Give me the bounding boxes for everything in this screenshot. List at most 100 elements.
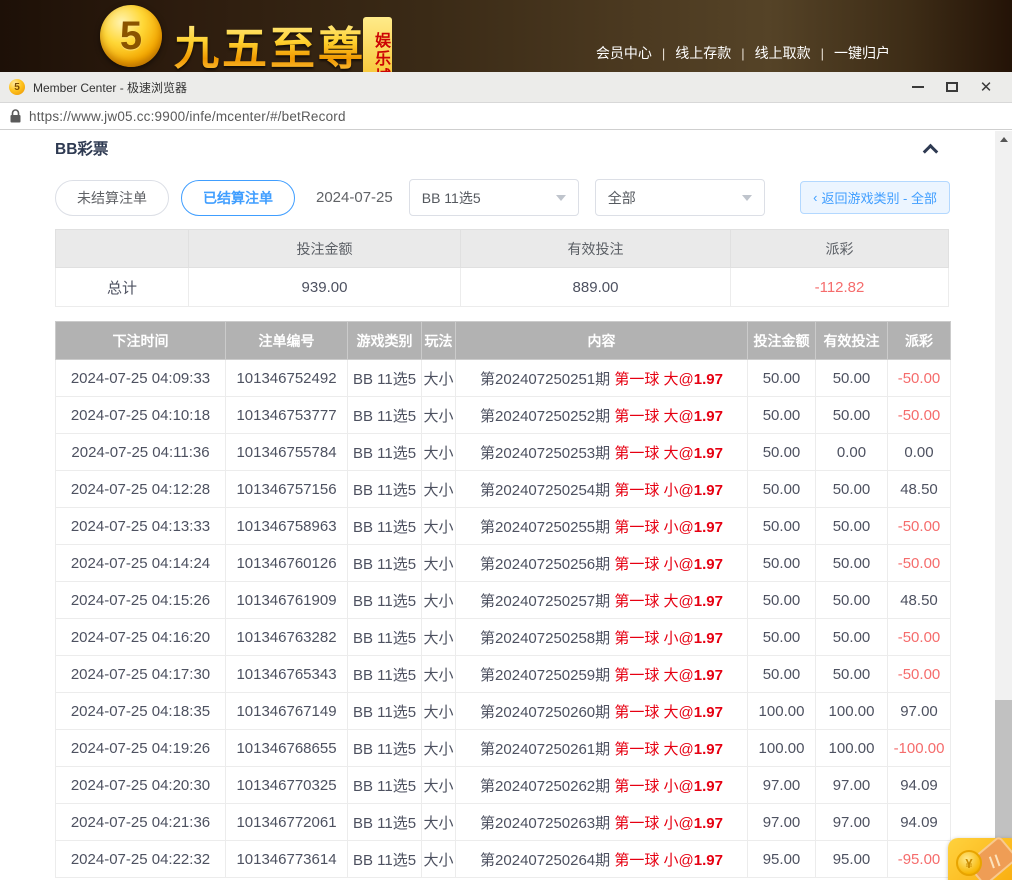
coin-icon: ¥ (956, 850, 982, 876)
content-cell: 第202407250261期 第一球 大@1.97 (456, 730, 748, 767)
bet-time-cell: 2024-07-25 04:20:30 (56, 767, 226, 804)
bet-time-cell: 2024-07-25 04:11:36 (56, 434, 226, 471)
collapse-chevron-up-icon[interactable] (923, 143, 939, 159)
table-row: 2024-07-25 04:18:35101346767149BB 11选5大小… (56, 693, 951, 730)
scope-select[interactable]: 全部 (595, 179, 765, 216)
content-cell: 第202407250260期 第一球 大@1.97 (456, 693, 748, 730)
summary-header-cell: 派彩 (731, 230, 949, 268)
game-type-cell: BB 11选5 (348, 656, 422, 693)
bet-time-cell: 2024-07-25 04:09:33 (56, 360, 226, 397)
nav-link-1[interactable]: 会员中心 (596, 43, 652, 63)
payout-cell: -50.00 (888, 397, 951, 434)
chevron-down-icon (742, 195, 752, 201)
browser-titlebar: 5 Member Center - 极速浏览器 ✕ (0, 72, 1012, 103)
bet-time-cell: 2024-07-25 04:19:26 (56, 730, 226, 767)
pick-text: 第一球 小@1.97 (614, 778, 723, 795)
payout-cell: 48.50 (888, 471, 951, 508)
game-select[interactable]: BB 11选5 (409, 179, 579, 216)
payout-cell: -50.00 (888, 360, 951, 397)
valid-bet-cell: 50.00 (816, 656, 888, 693)
window-title: Member Center - 极速浏览器 (33, 79, 187, 96)
content-cell: 第202407250256期 第一球 小@1.97 (456, 545, 748, 582)
nav-link-4[interactable]: 一键归户 (834, 43, 890, 63)
table-row: 2024-07-25 04:12:28101346757156BB 11选5大小… (56, 471, 951, 508)
bet-amount-cell: 50.00 (748, 619, 816, 656)
pick-text: 第一球 大@1.97 (614, 704, 723, 721)
summary-bet-amount: 939.00 (189, 268, 461, 307)
content-cell: 第202407250264期 第一球 小@1.97 (456, 841, 748, 878)
payout-cell: -50.00 (888, 656, 951, 693)
play-type-cell: 大小 (422, 804, 456, 841)
pick-text: 第一球 小@1.97 (614, 852, 723, 869)
maximize-button[interactable] (935, 73, 969, 102)
content-cell: 第202407250259期 第一球 大@1.97 (456, 656, 748, 693)
play-type-cell: 大小 (422, 693, 456, 730)
bet-time-cell: 2024-07-25 04:18:35 (56, 693, 226, 730)
valid-bet-cell: 50.00 (816, 545, 888, 582)
table-row: 2024-07-25 04:09:33101346752492BB 11选5大小… (56, 360, 951, 397)
summary-payout: -112.82 (731, 268, 949, 307)
game-type-cell: BB 11选5 (348, 471, 422, 508)
summary-table: 投注金额有效投注派彩 总计 939.00 889.00 -112.82 (55, 229, 949, 307)
site-header: 5 九五至尊 娱乐城 会员中心|线上存款|线上取款|一键归户 (0, 0, 1012, 72)
game-type-cell: BB 11选5 (348, 730, 422, 767)
browser-favicon-icon: 5 (9, 79, 25, 95)
bet-amount-cell: 97.00 (748, 804, 816, 841)
bet-header-cell: 投注金额 (748, 322, 816, 360)
payout-cell: -50.00 (888, 619, 951, 656)
floating-promo-button[interactable]: ¥ (948, 838, 1012, 880)
bet-header-cell: 注单编号 (226, 322, 348, 360)
game-type-cell: BB 11选5 (348, 582, 422, 619)
play-type-cell: 大小 (422, 434, 456, 471)
bet-amount-cell: 100.00 (748, 730, 816, 767)
summary-valid-bet: 889.00 (461, 268, 731, 307)
scroll-up-arrow[interactable] (995, 131, 1012, 147)
tab-settled-bets[interactable]: 已结算注单 (181, 180, 295, 216)
order-id-cell: 101346752492 (226, 360, 348, 397)
valid-bet-cell: 50.00 (816, 471, 888, 508)
order-id-cell: 101346758963 (226, 508, 348, 545)
summary-total-row: 总计 939.00 889.00 -112.82 (56, 268, 949, 307)
pick-text: 第一球 小@1.97 (614, 482, 723, 499)
bet-header-cell: 游戏类别 (348, 322, 422, 360)
minimize-icon (912, 86, 924, 88)
order-id-cell: 101346755784 (226, 434, 348, 471)
page-content: BB彩票 未结算注单 已结算注单 2024-07-25 BB 11选5 全部 ‹… (0, 131, 1012, 880)
minimize-button[interactable] (901, 73, 935, 102)
nav-link-2[interactable]: 线上存款 (675, 43, 731, 63)
order-id-cell: 101346761909 (226, 582, 348, 619)
game-type-cell: BB 11选5 (348, 841, 422, 878)
pick-text: 第一球 大@1.97 (614, 371, 723, 388)
back-to-game-category-button[interactable]: ‹ 返回游戏类别 - 全部 (800, 181, 950, 214)
nav-separator: | (821, 46, 824, 61)
top-nav: 会员中心|线上存款|线上取款|一键归户 (596, 43, 890, 63)
payout-cell: 0.00 (888, 434, 951, 471)
table-row: 2024-07-25 04:11:36101346755784BB 11选5大小… (56, 434, 951, 471)
tab-unsettled-bets[interactable]: 未结算注单 (55, 180, 169, 216)
payout-cell: 94.09 (888, 767, 951, 804)
close-button[interactable]: ✕ (969, 73, 1003, 102)
nav-link-3[interactable]: 线上取款 (755, 43, 811, 63)
content-cell: 第202407250262期 第一球 小@1.97 (456, 767, 748, 804)
bet-time-cell: 2024-07-25 04:14:24 (56, 545, 226, 582)
triangle-up-icon (1000, 137, 1008, 142)
pick-text: 第一球 大@1.97 (614, 408, 723, 425)
summary-header-cell (56, 230, 189, 268)
bet-header-cell: 下注时间 (56, 322, 226, 360)
valid-bet-cell: 100.00 (816, 693, 888, 730)
table-row: 2024-07-25 04:19:26101346768655BB 11选5大小… (56, 730, 951, 767)
payout-cell: -50.00 (888, 508, 951, 545)
content-cell: 第202407250257期 第一球 大@1.97 (456, 582, 748, 619)
lock-icon (10, 109, 21, 123)
order-id-cell: 101346760126 (226, 545, 348, 582)
bet-amount-cell: 50.00 (748, 582, 816, 619)
address-bar[interactable]: https://www.jw05.cc:9900/infe/mcenter/#/… (0, 103, 1012, 130)
vertical-scrollbar[interactable] (995, 131, 1012, 880)
summary-total-label: 总计 (56, 268, 189, 307)
scrollbar-thumb[interactable] (995, 700, 1012, 840)
content-cell: 第202407250258期 第一球 小@1.97 (456, 619, 748, 656)
valid-bet-cell: 50.00 (816, 508, 888, 545)
content-cell: 第202407250263期 第一球 小@1.97 (456, 804, 748, 841)
play-type-cell: 大小 (422, 619, 456, 656)
brand-badge: 娱乐城 (363, 17, 392, 72)
